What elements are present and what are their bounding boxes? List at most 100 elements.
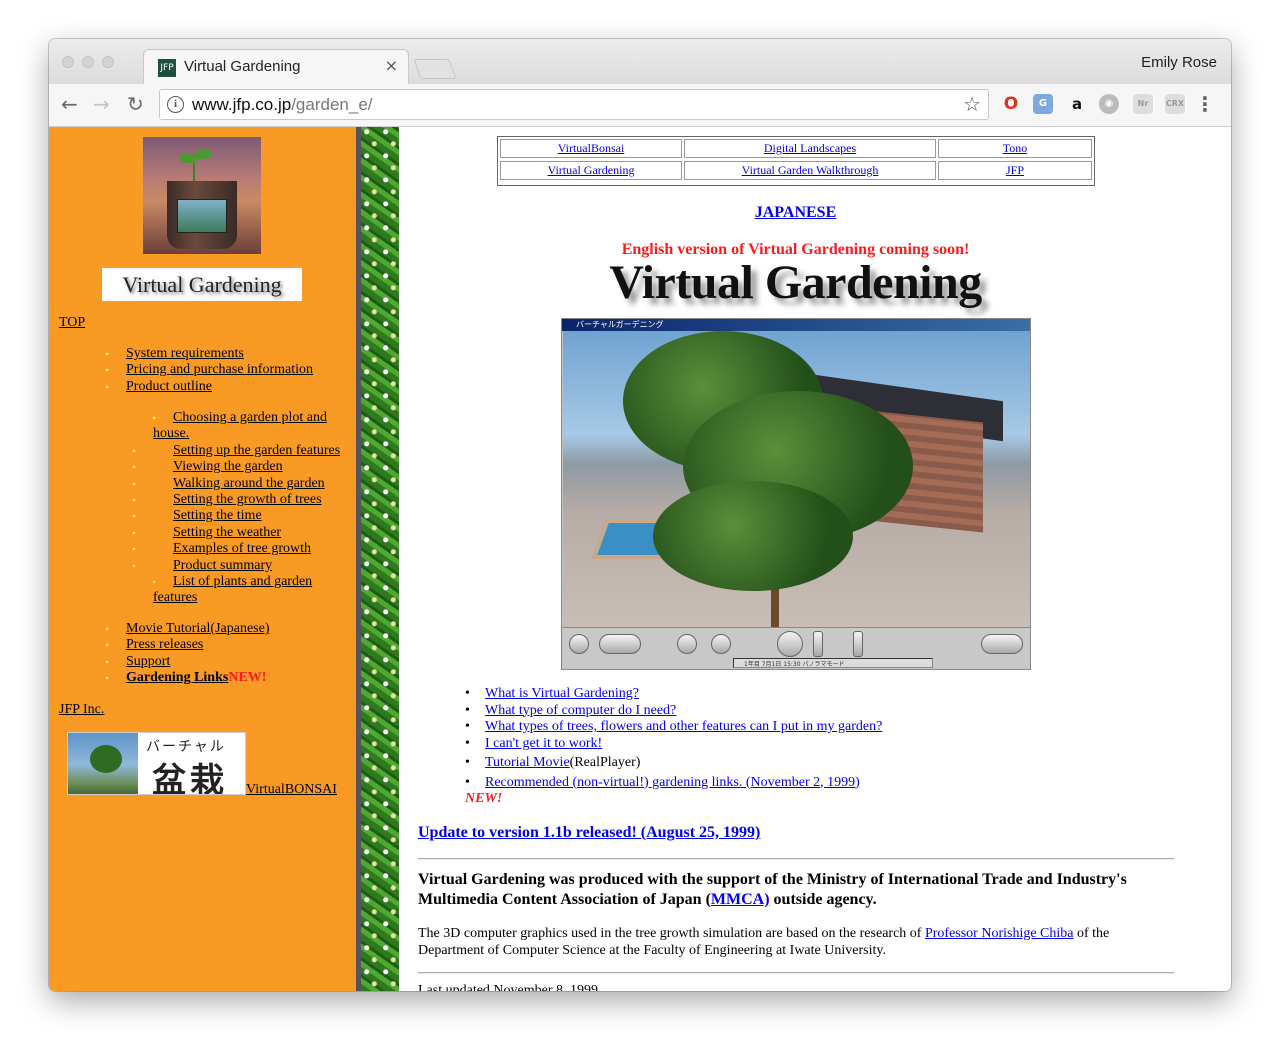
horizontal-rule bbox=[418, 858, 1174, 860]
support-link[interactable]: Support bbox=[126, 654, 170, 669]
research-text: The 3D computer graphics used in the tre… bbox=[418, 926, 925, 941]
browser-window: JFP Virtual Gardening × Emily Rose ← → ↻… bbox=[49, 39, 1231, 991]
site-nav-table: VirtualBonsai Digital Landscapes Tono Vi… bbox=[497, 136, 1095, 186]
list-item: What type of computer do I need? bbox=[465, 703, 882, 720]
walking-garden-link[interactable]: Walking around the garden bbox=[173, 476, 325, 491]
list-item: Gardening LinksNEW! bbox=[105, 670, 269, 687]
virtual-gardening-nav-link[interactable]: Virtual Gardening bbox=[548, 163, 635, 177]
realplayer-label: (RealPlayer) bbox=[569, 755, 641, 770]
bonsai-photo bbox=[68, 733, 138, 794]
url-text: www.jfp.co.jp/garden_e/ bbox=[192, 95, 373, 115]
tab-title: Virtual Gardening bbox=[184, 58, 301, 75]
virtual-gardening-logo: Virtual Gardening bbox=[102, 268, 302, 301]
recommended-new-badge: NEW! bbox=[465, 791, 503, 806]
movie-tutorial-link[interactable]: Movie Tutorial(Japanese) bbox=[126, 621, 269, 636]
support-text-end: outside agency. bbox=[769, 891, 877, 908]
left-navigation-frame: Virtual Gardening TOP System requirement… bbox=[49, 127, 356, 991]
forward-arrow-icon[interactable]: → bbox=[93, 92, 110, 116]
nav-cell: JFP bbox=[938, 161, 1092, 180]
list-item: Examples of tree growth bbox=[132, 541, 349, 558]
address-bar[interactable]: i www.jfp.co.jp/garden_e/ ☆ bbox=[159, 89, 989, 120]
tutorial-movie-link[interactable]: Tutorial Movie bbox=[485, 755, 570, 770]
tb-button bbox=[813, 631, 823, 657]
translate-extension-icon[interactable]: G bbox=[1033, 94, 1053, 114]
page-viewport: Virtual Gardening TOP System requirement… bbox=[49, 127, 1231, 991]
product-summary-link[interactable]: Product summary bbox=[173, 558, 272, 573]
digital-landscapes-nav-link[interactable]: Digital Landscapes bbox=[764, 141, 856, 155]
zoom-window-button[interactable] bbox=[102, 56, 114, 68]
profile-name[interactable]: Emily Rose bbox=[1141, 54, 1217, 71]
setting-features-link[interactable]: Setting up the garden features bbox=[173, 443, 340, 458]
tree-growth-examples-link[interactable]: Examples of tree growth bbox=[173, 541, 311, 556]
minimize-window-button[interactable] bbox=[82, 56, 94, 68]
list-item: Setting the weather bbox=[132, 525, 349, 542]
amazon-extension-icon[interactable]: a bbox=[1067, 94, 1087, 114]
tb-button bbox=[677, 634, 697, 654]
pot-scene-graphic bbox=[177, 199, 227, 233]
list-item: Movie Tutorial(Japanese) bbox=[105, 621, 270, 638]
japanese-link[interactable]: JAPANESE bbox=[755, 204, 837, 221]
viewing-garden-link[interactable]: Viewing the garden bbox=[173, 459, 283, 474]
gardening-links-link[interactable]: Gardening Links bbox=[126, 670, 228, 685]
vine-border-decoration bbox=[361, 127, 399, 991]
main-nav-list: System requirements Pricing and purchase… bbox=[105, 346, 313, 396]
virtual-bonsai-link[interactable]: VirtualBONSAI bbox=[246, 782, 337, 798]
what-is-link[interactable]: What is Virtual Gardening? bbox=[485, 686, 639, 701]
garden-walkthrough-nav-link[interactable]: Virtual Garden Walkthrough bbox=[742, 163, 879, 177]
close-window-button[interactable] bbox=[62, 56, 74, 68]
list-item: System requirements bbox=[105, 346, 313, 363]
virtual-bonsai-banner[interactable]: バーチャル 盆栽 bbox=[67, 732, 246, 795]
professor-chiba-link[interactable]: Professor Norishige Chiba bbox=[925, 926, 1074, 941]
garden-scene-image bbox=[563, 331, 1030, 627]
tb-button bbox=[981, 634, 1023, 654]
opera-extension-icon[interactable]: O bbox=[1001, 94, 1021, 114]
japanese-link-row: JAPANESE bbox=[399, 204, 1192, 222]
list-item: Support bbox=[105, 654, 269, 671]
virtual-gardening-title: Virtual Gardening bbox=[609, 256, 982, 309]
tb-button bbox=[599, 634, 641, 654]
tb-button bbox=[711, 634, 731, 654]
growth-trees-link[interactable]: Setting the growth of trees bbox=[173, 492, 322, 507]
bookmark-star-icon[interactable]: ☆ bbox=[963, 92, 981, 116]
list-item: Choosing a garden plot and house. bbox=[132, 410, 349, 443]
choosing-plot-link[interactable]: Choosing a garden plot and house. bbox=[153, 410, 327, 441]
mmca-link[interactable]: MMCA) bbox=[711, 891, 770, 908]
software-screenshot: バーチャルガーデニング 1年目 7月1日 15:30 パノラマモード bbox=[561, 318, 1031, 670]
outline-sub-list: Choosing a garden plot and house. Settin… bbox=[132, 410, 349, 607]
jfp-favicon-icon: JFP bbox=[158, 59, 176, 77]
faq-list: What is Virtual Gardening? What type of … bbox=[465, 686, 882, 791]
tb-button bbox=[777, 631, 803, 657]
press-releases-link[interactable]: Press releases bbox=[126, 637, 203, 652]
plants-list-link[interactable]: List of plants and garden features bbox=[153, 574, 312, 605]
horizontal-rule bbox=[418, 972, 1174, 974]
product-outline-link[interactable]: Product outline bbox=[126, 379, 212, 394]
jfp-inc-link[interactable]: JFP Inc. bbox=[59, 702, 104, 718]
list-item: What is Virtual Gardening? bbox=[465, 686, 882, 703]
jfp-nav-link[interactable]: JFP bbox=[1006, 163, 1024, 177]
trees-flowers-link[interactable]: What types of trees, flowers and other f… bbox=[485, 719, 882, 734]
new-tab-button[interactable] bbox=[413, 59, 457, 79]
back-arrow-icon[interactable]: ← bbox=[61, 92, 78, 116]
reload-icon[interactable]: ↻ bbox=[127, 92, 144, 116]
virtualbonsai-nav-link[interactable]: VirtualBonsai bbox=[558, 141, 625, 155]
browser-menu-icon[interactable]: ⋮ bbox=[1195, 92, 1215, 116]
cant-get-working-link[interactable]: I can't get it to work! bbox=[485, 736, 602, 751]
system-requirements-link[interactable]: System requirements bbox=[126, 346, 244, 361]
recommended-links-link[interactable]: Recommended (non-virtual!) gardening lin… bbox=[485, 775, 860, 790]
nr-extension-icon[interactable]: Nr bbox=[1133, 94, 1153, 114]
update-link[interactable]: Update to version 1.1b released! (August… bbox=[418, 824, 760, 842]
tono-nav-link[interactable]: Tono bbox=[1003, 141, 1028, 155]
screenshot-status-bar: 1年目 7月1日 15:30 パノラマモード bbox=[733, 658, 933, 668]
setting-weather-link[interactable]: Setting the weather bbox=[173, 525, 281, 540]
setting-time-link[interactable]: Setting the time bbox=[173, 508, 262, 523]
last-updated: Last updated November 8, 1999 bbox=[418, 983, 599, 991]
tab-close-icon[interactable]: × bbox=[385, 56, 398, 75]
info-icon[interactable]: i bbox=[167, 96, 184, 113]
tab-virtual-gardening[interactable]: JFP Virtual Gardening × bbox=[143, 49, 409, 85]
pricing-link[interactable]: Pricing and purchase information bbox=[126, 362, 313, 377]
support-paragraph: Virtual Gardening was produced with the … bbox=[418, 870, 1174, 910]
computer-type-link[interactable]: What type of computer do I need? bbox=[485, 703, 676, 718]
crx-extension-icon[interactable]: CRX bbox=[1165, 94, 1185, 114]
top-link[interactable]: TOP bbox=[59, 315, 85, 331]
ghost-extension-icon[interactable]: ◉ bbox=[1099, 94, 1119, 114]
